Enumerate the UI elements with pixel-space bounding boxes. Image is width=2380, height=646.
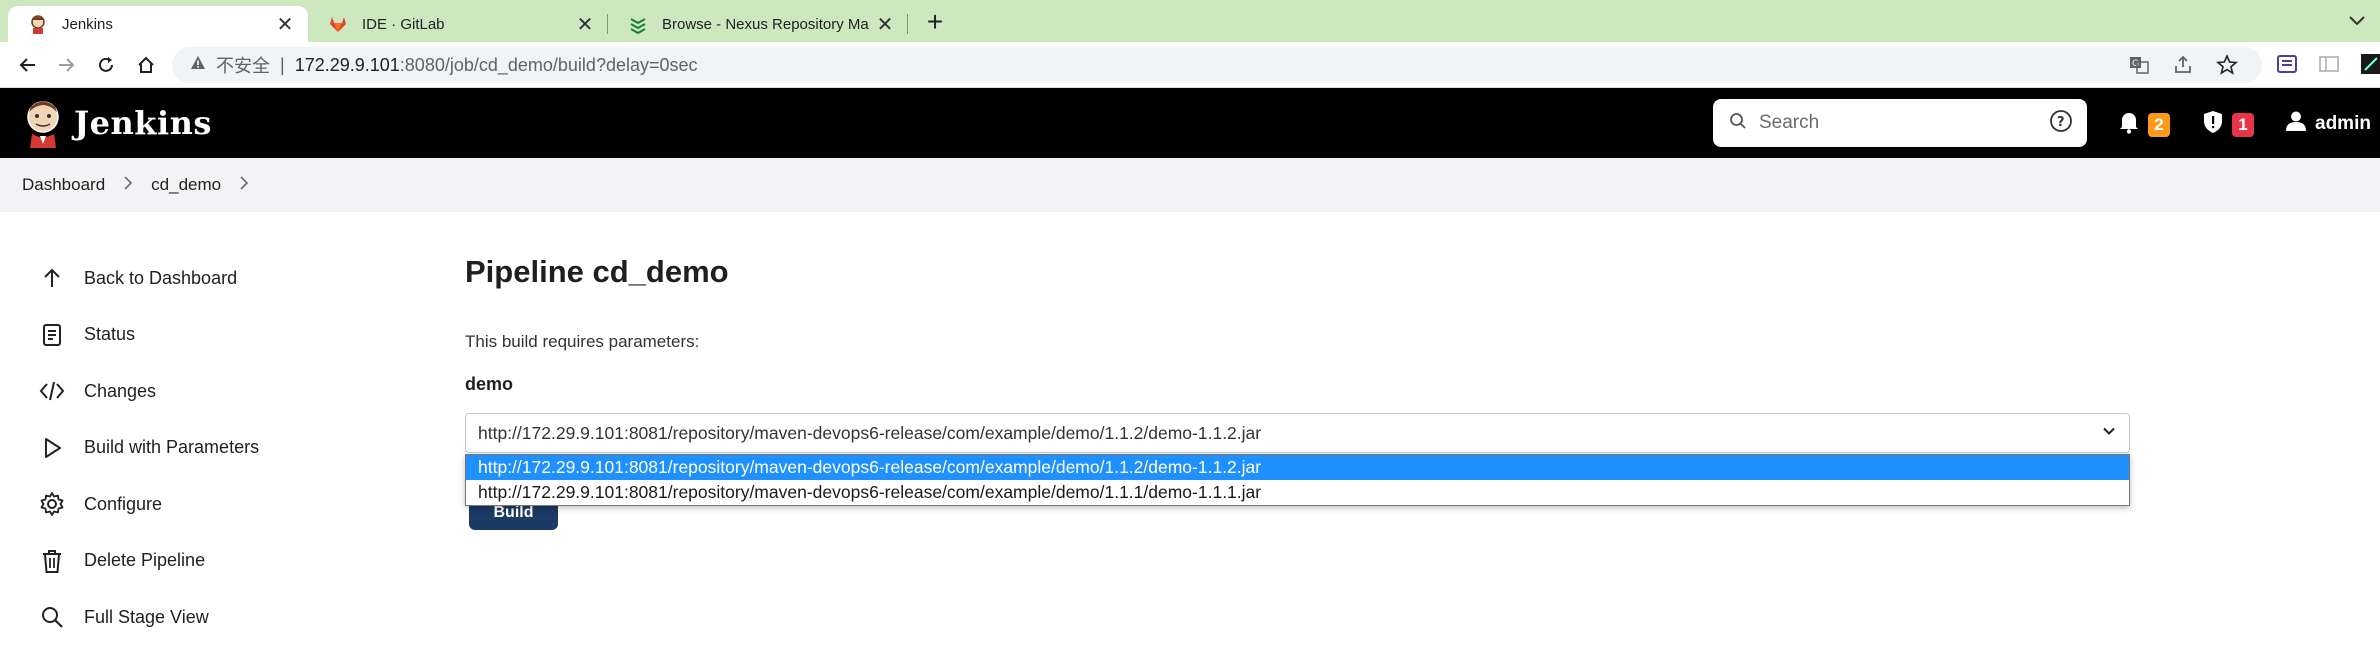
- sidebar-item-label: Full Stage View: [84, 606, 209, 627]
- selected-value: http://172.29.9.101:8081/repository/mave…: [478, 422, 1262, 443]
- home-icon[interactable]: [132, 51, 160, 79]
- search-icon: [1729, 112, 1747, 135]
- parameter-name: demo: [465, 374, 514, 394]
- url-path: :8080/job/cd_demo/build?delay=0sec: [399, 54, 698, 75]
- bell-icon: [2118, 110, 2140, 139]
- notifications-badge: 2: [2148, 112, 2170, 137]
- play-icon: [38, 434, 66, 462]
- page-title: Pipeline cd_demo: [465, 254, 729, 289]
- chevron-right-icon[interactable]: [123, 175, 133, 195]
- svg-text:?: ?: [2057, 115, 2065, 130]
- select-dropdown-list: http://172.29.9.101:8081/repository/mave…: [465, 454, 2130, 506]
- select-option[interactable]: http://172.29.9.101:8081/repository/mave…: [466, 455, 2129, 480]
- tab-jenkins[interactable]: Jenkins ✕: [8, 6, 308, 42]
- shield-icon: [2202, 110, 2224, 139]
- parameters-description: This build requires parameters:: [465, 332, 700, 351]
- sidebar-item-build-with-parameters[interactable]: Build with Parameters: [38, 420, 378, 477]
- browser-tab-strip: Jenkins ✕ IDE · GitLab ✕ Browse - Nexus …: [0, 0, 2380, 42]
- arrow-up-icon: [38, 264, 66, 292]
- back-arrow-icon[interactable]: [14, 51, 42, 79]
- jenkins-app-name[interactable]: Jenkins: [74, 104, 212, 142]
- sidebar-icon[interactable]: [2317, 52, 2341, 81]
- address-bar[interactable]: 不安全 | 172.29.9.101 :8080/job/cd_demo/bui…: [172, 47, 2262, 83]
- profile-icon[interactable]: [2359, 52, 2380, 81]
- notifications-button[interactable]: 2: [2118, 110, 2170, 139]
- nexus-icon: [628, 14, 648, 34]
- tab-nexus[interactable]: Browse - Nexus Repository Ma ✕: [608, 6, 908, 42]
- demo-parameter-select[interactable]: http://172.29.9.101:8081/repository/mave…: [465, 413, 2130, 453]
- user-name: admin: [2315, 112, 2371, 134]
- sidebar-item-label: Changes: [84, 380, 157, 401]
- chevron-right-icon[interactable]: [239, 175, 249, 195]
- user-menu[interactable]: admin: [2285, 110, 2371, 137]
- bookmark-star-icon[interactable]: [2216, 53, 2238, 76]
- sidebar-item-label: Configure: [84, 493, 163, 514]
- select-option[interactable]: http://172.29.9.101:8081/repository/mave…: [466, 480, 2129, 505]
- sidebar-item-label: Build with Parameters: [84, 437, 260, 458]
- tab-title: Browse - Nexus Repository Ma: [662, 15, 869, 33]
- browser-toolbar: 不安全 | 172.29.9.101 :8080/job/cd_demo/bui…: [0, 42, 2380, 88]
- translate-icon[interactable]: G: [2128, 54, 2150, 76]
- sidebar-item-full-stage-view[interactable]: Full Stage View: [38, 589, 378, 646]
- tab-separator: [907, 14, 908, 34]
- document-icon: [38, 321, 66, 349]
- security-label[interactable]: 不安全: [216, 52, 270, 78]
- trash-icon: [38, 547, 66, 575]
- code-icon: [38, 377, 66, 405]
- share-icon[interactable]: [2172, 54, 2194, 76]
- search-input[interactable]: [1759, 112, 2049, 134]
- breadcrumb-cd-demo[interactable]: cd_demo: [151, 175, 221, 195]
- tab-title: IDE · GitLab: [362, 15, 445, 33]
- sidebar-item-delete-pipeline[interactable]: Delete Pipeline: [38, 533, 378, 590]
- jenkins-header: Jenkins ? 2 1 admin: [0, 88, 2380, 158]
- tab-gitlab[interactable]: IDE · GitLab ✕: [308, 6, 608, 42]
- breadcrumb-dashboard[interactable]: Dashboard: [22, 175, 105, 195]
- close-icon[interactable]: ✕: [572, 11, 598, 37]
- sidebar-item-configure[interactable]: Configure: [38, 476, 378, 533]
- warning-icon[interactable]: [190, 55, 206, 76]
- sidebar-item-status[interactable]: Status: [38, 307, 378, 364]
- new-tab-button[interactable]: +: [920, 8, 950, 38]
- user-icon: [2285, 110, 2307, 137]
- sidebar-item-label: Back to Dashboard: [84, 267, 238, 288]
- security-alerts-button[interactable]: 1: [2202, 110, 2254, 139]
- help-icon[interactable]: ?: [2049, 109, 2073, 138]
- side-panel: Back to Dashboard Status Changes Build w…: [38, 250, 378, 646]
- sidebar-item-label: Status: [84, 324, 136, 345]
- sidebar-item-changes[interactable]: Changes: [38, 363, 378, 420]
- url-host: 172.29.9.101: [294, 54, 400, 75]
- jenkins-logo-icon[interactable]: [22, 98, 64, 148]
- sidebar-item-label: Delete Pipeline: [84, 550, 206, 571]
- close-icon[interactable]: ✕: [872, 11, 898, 37]
- search-icon: [38, 603, 66, 631]
- forward-arrow-icon[interactable]: [52, 51, 80, 79]
- tab-search-chevron-icon[interactable]: [2345, 8, 2369, 32]
- close-icon[interactable]: ✕: [272, 11, 298, 37]
- breadcrumb: Dashboard cd_demo: [0, 158, 2380, 212]
- chevron-down-icon[interactable]: [2101, 423, 2117, 444]
- tab-title: Jenkins: [62, 15, 113, 33]
- search-box: ?: [1713, 99, 2087, 147]
- svg-text:G: G: [2132, 59, 2139, 69]
- reading-list-icon[interactable]: [2275, 52, 2299, 81]
- gear-icon: [38, 490, 66, 518]
- gitlab-icon: [328, 14, 348, 34]
- security-badge: 1: [2232, 112, 2254, 137]
- jenkins-icon: [28, 14, 48, 34]
- reload-icon[interactable]: [92, 51, 120, 79]
- sidebar-item-back-to-dashboard[interactable]: Back to Dashboard: [38, 250, 378, 307]
- url-separator: |: [280, 54, 285, 75]
